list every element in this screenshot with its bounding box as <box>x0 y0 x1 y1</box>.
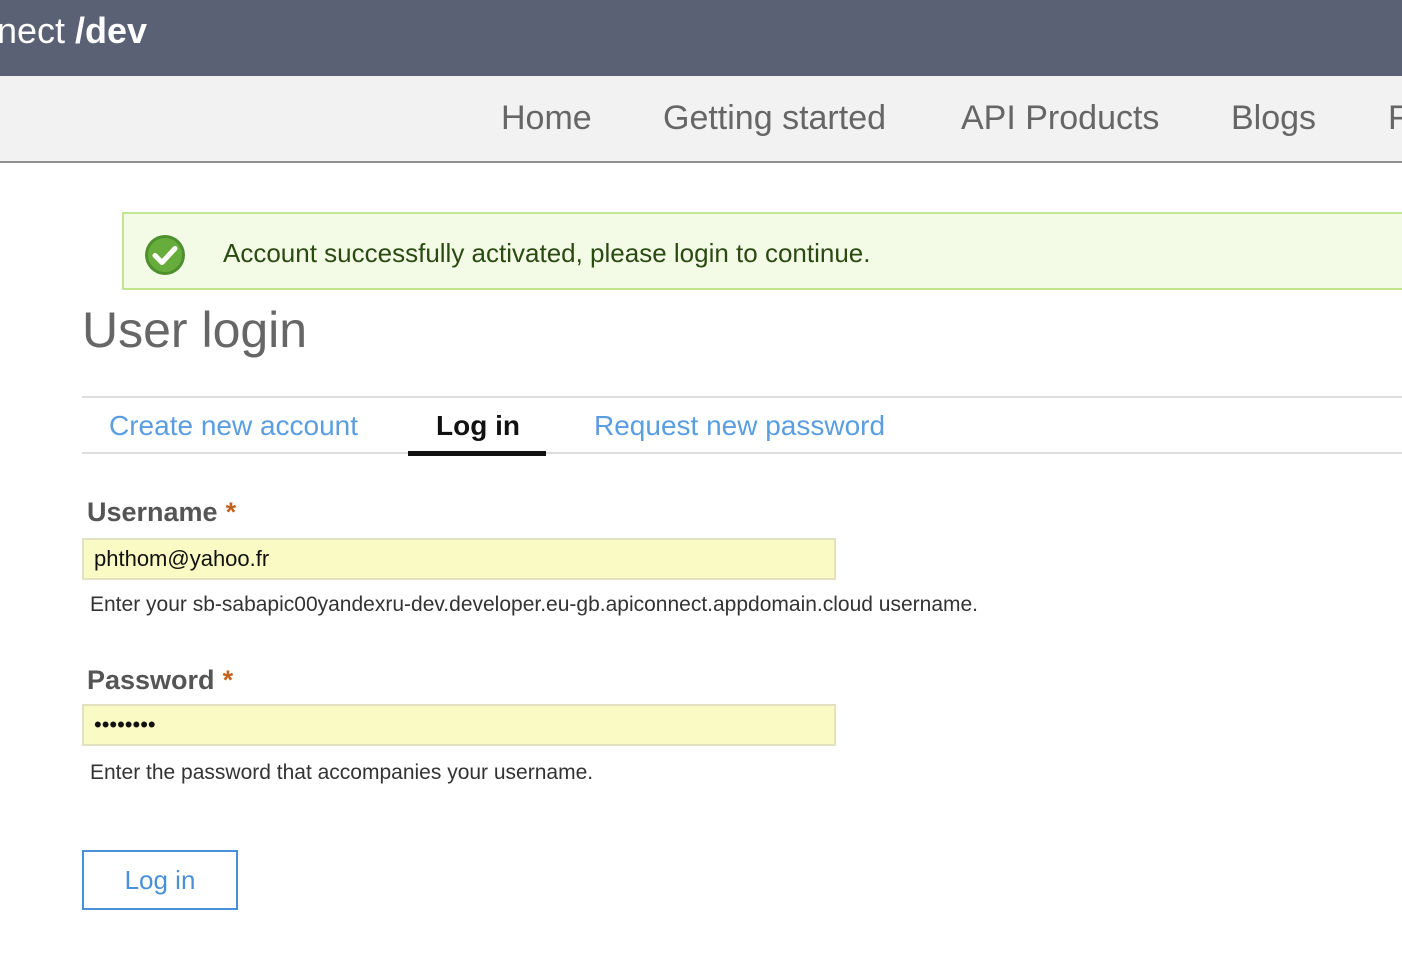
site-header: nect/dev <box>0 0 1402 76</box>
status-text: Account successfully activated, please l… <box>223 238 871 268</box>
nav-home[interactable]: Home <box>501 98 592 138</box>
status-message: Account successfully activated, please l… <box>122 212 1402 290</box>
required-marker: * <box>222 665 234 695</box>
password-label: Password * <box>87 664 233 696</box>
nav-api-products[interactable]: API Products <box>961 98 1159 138</box>
nav-getting-started[interactable]: Getting started <box>663 98 886 138</box>
main-nav: Home Getting started API Products Blogs … <box>0 76 1402 163</box>
nav-blogs[interactable]: Blogs <box>1231 98 1316 138</box>
site-name-suffix: /dev <box>75 10 148 51</box>
password-label-text: Password <box>87 665 215 695</box>
site-logo[interactable]: nect/dev <box>0 10 147 52</box>
username-input[interactable] <box>82 538 836 580</box>
page-title: User login <box>82 302 308 358</box>
active-tab-indicator <box>408 451 546 456</box>
password-description: Enter the password that accompanies your… <box>90 761 594 784</box>
tab-request-new-password[interactable]: Request new password <box>594 410 885 442</box>
site-name-prefix: nect <box>0 10 66 51</box>
checkmark-circle-icon <box>145 235 185 275</box>
tab-log-in[interactable]: Log in <box>436 410 520 442</box>
nav-item-truncated[interactable]: F <box>1388 98 1402 138</box>
log-in-button[interactable]: Log in <box>82 850 238 910</box>
username-description: Enter your sb-sabapic00yandexru-dev.deve… <box>90 593 979 616</box>
username-label-text: Username <box>87 497 218 527</box>
username-label: Username * <box>87 496 236 528</box>
required-marker: * <box>225 497 237 527</box>
login-tabs: Create new account Log in Request new pa… <box>82 396 1402 456</box>
password-input[interactable] <box>82 704 836 746</box>
tab-create-new-account[interactable]: Create new account <box>109 410 358 442</box>
